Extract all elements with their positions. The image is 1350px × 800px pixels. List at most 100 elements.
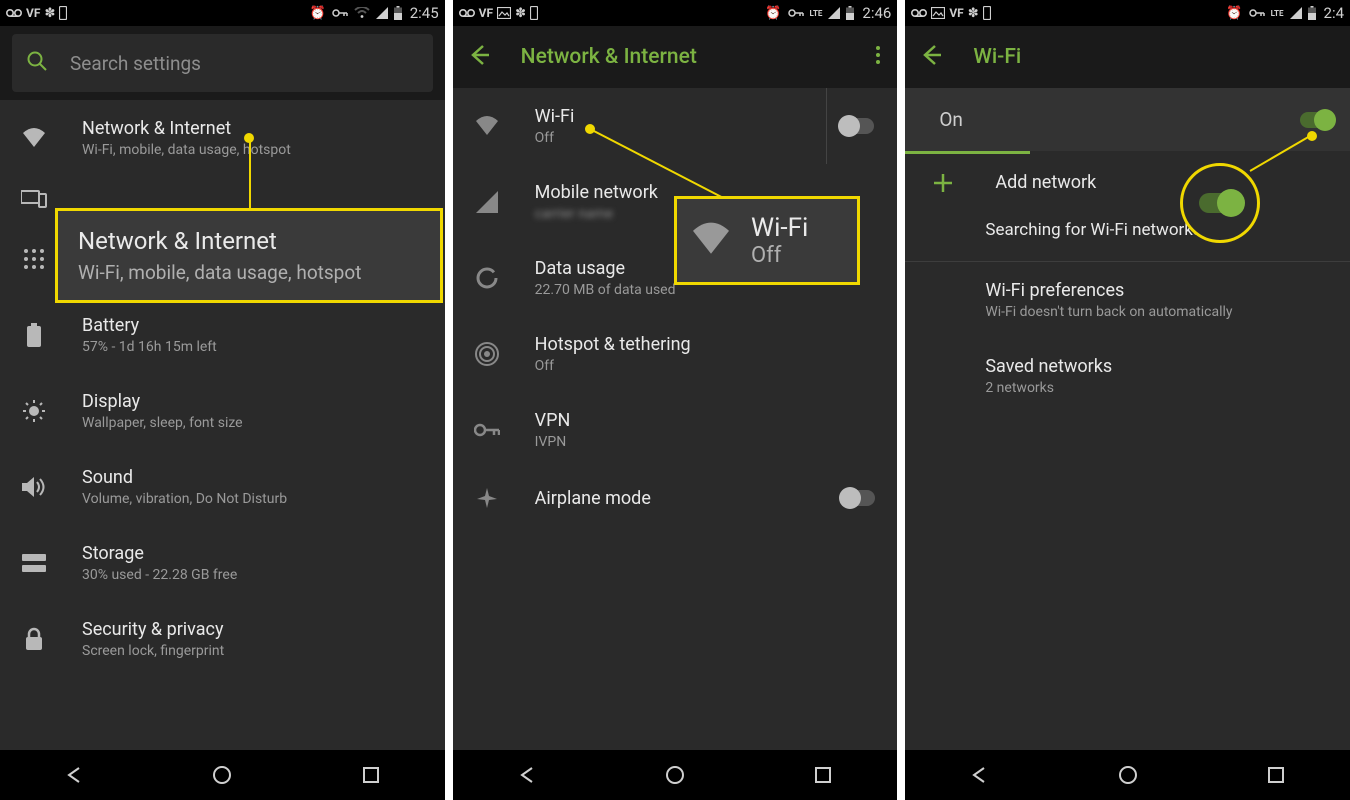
- row-sub: IVPN: [535, 434, 571, 450]
- back-button[interactable]: [469, 44, 491, 70]
- nav-home-icon[interactable]: [1117, 764, 1139, 786]
- alarm-icon: ⏰: [765, 6, 781, 21]
- status-clock: 2:4: [1324, 4, 1345, 22]
- wifi-content: On Add network Searching for Wi-Fi netwo…: [905, 88, 1350, 750]
- voicemail-icon: [6, 8, 22, 18]
- key-icon: [1249, 8, 1265, 18]
- row-title: Wi-Fi: [535, 106, 575, 127]
- lte-icon: LTE: [810, 9, 823, 18]
- row-storage[interactable]: Storage 30% used - 22.28 GB free: [0, 525, 445, 601]
- row-vpn[interactable]: VPN IVPN: [453, 392, 898, 468]
- wifi-icon: [689, 221, 733, 261]
- cell-icon: [471, 191, 503, 213]
- cell-icon: [1290, 7, 1302, 19]
- row-wifi-preferences[interactable]: Wi-Fi preferences Wi-Fi doesn't turn bac…: [905, 262, 1350, 338]
- row-title: Sound: [82, 467, 287, 488]
- nav-bar: [453, 750, 898, 800]
- nav-back-icon[interactable]: [968, 764, 990, 786]
- app-header: Wi-Fi: [905, 26, 1350, 88]
- nav-home-icon[interactable]: [664, 764, 686, 786]
- nav-recent-icon[interactable]: [1265, 764, 1287, 786]
- row-security[interactable]: Security & privacy Screen lock, fingerpr…: [0, 601, 445, 677]
- row-title: Saved networks: [985, 356, 1112, 377]
- row-title: Display: [82, 391, 243, 412]
- status-bar: VF ✽ ⏰ LTE 2:46: [453, 0, 898, 26]
- wifi-master-toggle[interactable]: [1300, 112, 1334, 128]
- nav-recent-icon[interactable]: [360, 764, 382, 786]
- row-title: Hotspot & tethering: [535, 334, 691, 355]
- callout-sub: Off: [751, 243, 808, 268]
- key-icon: [788, 8, 804, 18]
- row-sound[interactable]: Sound Volume, vibration, Do Not Disturb: [0, 449, 445, 525]
- airplane-icon: [471, 486, 503, 510]
- brightness-icon: [18, 399, 50, 423]
- back-button[interactable]: [921, 44, 943, 70]
- callout-title: Network & Internet: [78, 227, 420, 255]
- row-network-internet[interactable]: Network & Internet Wi-Fi, mobile, data u…: [0, 100, 445, 176]
- row-hotspot-tethering[interactable]: Hotspot & tethering Off: [453, 316, 898, 392]
- cell-icon: [376, 7, 388, 19]
- callout-line: [249, 138, 251, 210]
- battery-icon: [18, 323, 50, 347]
- lte-icon: LTE: [1271, 9, 1284, 18]
- nav-home-icon[interactable]: [211, 764, 233, 786]
- phone-small-icon: [983, 6, 991, 20]
- plus-icon: [927, 173, 959, 193]
- row-sub: 2 networks: [985, 380, 1112, 396]
- add-network-label: Add network: [995, 172, 1096, 193]
- leaf-icon: ✽: [515, 6, 526, 21]
- battery-icon: [846, 6, 854, 20]
- row-title: Airplane mode: [535, 488, 651, 509]
- settings-list: Network & Internet Wi-Fi, mobile, data u…: [0, 100, 445, 750]
- vf-icon: VF: [26, 6, 40, 20]
- nav-back-icon[interactable]: [516, 764, 538, 786]
- row-title: VPN: [535, 410, 571, 431]
- row-sub: 57% - 1d 16h 15m left: [82, 339, 217, 355]
- row-sub: Off: [535, 358, 691, 374]
- nav-bar: [0, 750, 445, 800]
- app-header: Network & Internet: [453, 26, 898, 88]
- phone-wifi: VF ✽ ⏰ LTE 2:4 Wi-Fi On Add network: [905, 0, 1350, 800]
- wifi-toggle[interactable]: [840, 118, 874, 134]
- wifi-icon: [354, 7, 370, 19]
- phone-small-icon: [59, 6, 67, 20]
- row-battery[interactable]: Battery 57% - 1d 16h 15m left: [0, 297, 445, 373]
- storage-icon: [18, 554, 50, 572]
- callout-title: Wi-Fi: [751, 213, 808, 243]
- callout-network-internet: Network & Internet Wi-Fi, mobile, data u…: [55, 208, 443, 303]
- search-settings-bar[interactable]: Search settings: [12, 34, 433, 92]
- devices-icon: [18, 189, 50, 209]
- row-title: Wi-Fi preferences: [985, 280, 1232, 301]
- battery-icon: [394, 6, 402, 20]
- row-title: Network & Internet: [82, 118, 291, 139]
- data-usage-icon: [471, 266, 503, 290]
- callout-dot: [585, 124, 595, 134]
- status-bar: VF ✽ ⏰ LTE 2:4: [905, 0, 1350, 26]
- row-sub: 22.70 MB of data used: [535, 282, 676, 298]
- voicemail-icon: [911, 8, 927, 18]
- row-airplane-mode[interactable]: Airplane mode: [453, 468, 898, 528]
- phone-network-internet: VF ✽ ⏰ LTE 2:46 Network & Internet Wi-Fi…: [453, 0, 898, 800]
- row-title: Data usage: [535, 258, 676, 279]
- overflow-menu-icon[interactable]: [875, 45, 881, 69]
- alarm-icon: ⏰: [1226, 6, 1242, 21]
- vf-icon: VF: [479, 6, 493, 20]
- nav-back-icon[interactable]: [63, 764, 85, 786]
- status-clock: 2:46: [862, 4, 891, 22]
- leaf-icon: ✽: [44, 6, 55, 21]
- image-icon: [931, 7, 945, 19]
- status-clock: 2:45: [410, 4, 439, 22]
- search-icon: [26, 50, 48, 76]
- callout-dot: [244, 133, 254, 143]
- row-sub: 30% used - 22.28 GB free: [82, 567, 237, 583]
- wifi-icon: [471, 115, 503, 137]
- apps-icon: [18, 248, 50, 270]
- row-saved-networks[interactable]: Saved networks 2 networks: [905, 338, 1350, 414]
- row-display[interactable]: Display Wallpaper, sleep, font size: [0, 373, 445, 449]
- airplane-toggle[interactable]: [841, 490, 875, 506]
- hotspot-icon: [471, 342, 503, 366]
- toggle-enlarged: [1199, 193, 1241, 213]
- phone-settings-main: VF ✽ ⏰ 2:45 Search settings Network & In…: [0, 0, 445, 800]
- searching-text: Searching for Wi-Fi networks…: [985, 220, 1213, 240]
- nav-recent-icon[interactable]: [812, 764, 834, 786]
